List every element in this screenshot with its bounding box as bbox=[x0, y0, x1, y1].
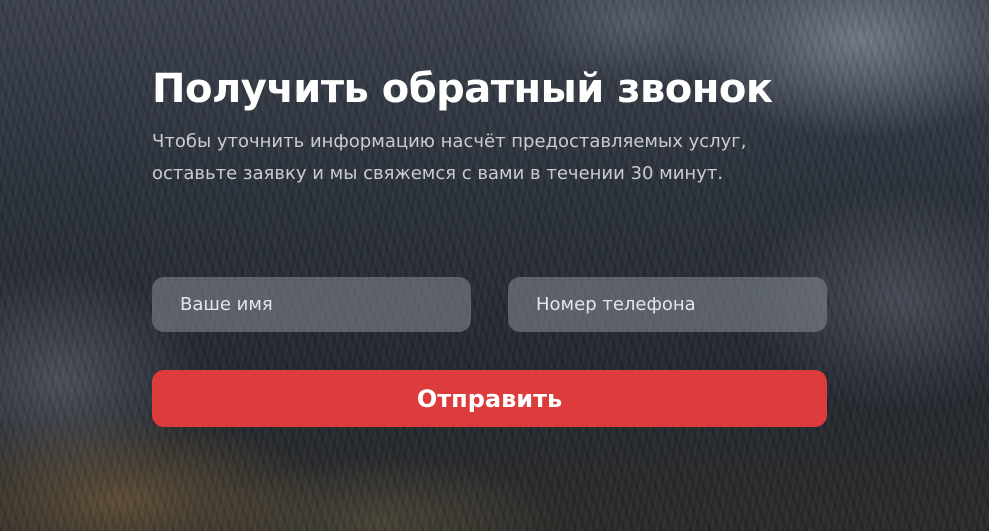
phone-input[interactable] bbox=[508, 277, 827, 332]
callback-section: Получить обратный звонок Чтобы уточнить … bbox=[0, 0, 989, 531]
submit-button[interactable]: Отправить bbox=[152, 370, 827, 427]
name-input[interactable] bbox=[152, 277, 471, 332]
callback-text-block: Получить обратный звонок Чтобы уточнить … bbox=[152, 60, 828, 190]
callback-form-fields bbox=[152, 277, 827, 332]
page-title: Получить обратный звонок bbox=[152, 66, 773, 112]
form-description: Чтобы уточнить информацию насчёт предост… bbox=[152, 131, 747, 184]
